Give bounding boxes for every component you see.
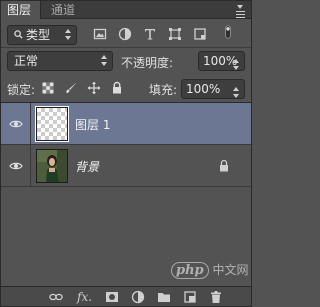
- tab-layers-label: 图层: [7, 3, 32, 17]
- layer-thumbnail[interactable]: [35, 106, 69, 142]
- fill-field[interactable]: 100%: [181, 79, 245, 99]
- tab-layers[interactable]: 图层×: [1, 1, 41, 35]
- watermark-text: 中文网: [212, 263, 249, 277]
- eye-icon: [9, 120, 23, 128]
- layers-panel: 图层× 通道 类型: [0, 0, 252, 307]
- divider: [1, 47, 251, 48]
- eye-icon: [9, 162, 23, 170]
- link-icon[interactable]: [49, 290, 63, 304]
- layer-name[interactable]: 图层 1: [75, 116, 110, 133]
- fx-icon[interactable]: fx.: [77, 290, 92, 304]
- adjustment-icon[interactable]: [131, 290, 145, 304]
- lock-all-icon[interactable]: [110, 81, 124, 95]
- filter-type-label: 类型: [26, 28, 51, 42]
- filter-type-select[interactable]: 类型: [7, 25, 77, 45]
- blend-mode-select[interactable]: 正常: [7, 51, 113, 71]
- tab-channels[interactable]: 通道: [45, 1, 81, 19]
- search-icon: [14, 27, 23, 45]
- layers-list: 图层 1 背景: [1, 102, 251, 286]
- smart-object-filter-icon[interactable]: [193, 27, 207, 41]
- trash-icon[interactable]: [209, 290, 223, 304]
- lock-image-icon[interactable]: [64, 81, 78, 95]
- watermark-logo: php: [171, 262, 209, 279]
- tab-channels-label: 通道: [51, 3, 76, 17]
- visibility-toggle[interactable]: [1, 103, 31, 145]
- layer-row[interactable]: 图层 1: [1, 103, 251, 145]
- opacity-field[interactable]: 100%: [198, 51, 245, 71]
- bottom-toolbar: fx.: [1, 286, 251, 306]
- tab-bar: 图层× 通道: [1, 1, 251, 35]
- mask-icon[interactable]: [105, 290, 119, 304]
- select-arrows-icon: [101, 55, 107, 67]
- image-filter-icon[interactable]: [93, 27, 107, 41]
- chevron-down-icon[interactable]: [233, 87, 239, 98]
- text-filter-icon[interactable]: [143, 27, 157, 41]
- visibility-toggle[interactable]: [1, 145, 31, 187]
- lock-transparent-icon[interactable]: [41, 81, 55, 95]
- adjustment-filter-icon[interactable]: [118, 27, 132, 41]
- toggle-filter-icon[interactable]: [221, 25, 235, 39]
- chevron-down-icon[interactable]: [233, 59, 239, 70]
- lock-position-icon[interactable]: [87, 81, 101, 95]
- opacity-label: 不透明度:: [121, 56, 174, 70]
- photo-thumbnail-image: [37, 150, 67, 182]
- group-icon[interactable]: [157, 290, 171, 304]
- layer-name[interactable]: 背景: [75, 158, 99, 175]
- fill-label: 填充:: [149, 83, 178, 97]
- layer-row[interactable]: 背景: [1, 145, 251, 187]
- lock-icon: [220, 159, 228, 172]
- fill-value: 100%: [186, 82, 221, 96]
- blend-mode-label: 正常: [14, 54, 39, 68]
- layer-thumbnail[interactable]: [36, 149, 68, 183]
- new-layer-icon[interactable]: [183, 290, 197, 304]
- panel-menu-icon[interactable]: [233, 3, 247, 18]
- select-arrows-icon: [65, 29, 71, 41]
- lock-label: 锁定:: [7, 83, 36, 97]
- shape-filter-icon[interactable]: [168, 27, 182, 41]
- watermark: php 中文网: [171, 261, 251, 283]
